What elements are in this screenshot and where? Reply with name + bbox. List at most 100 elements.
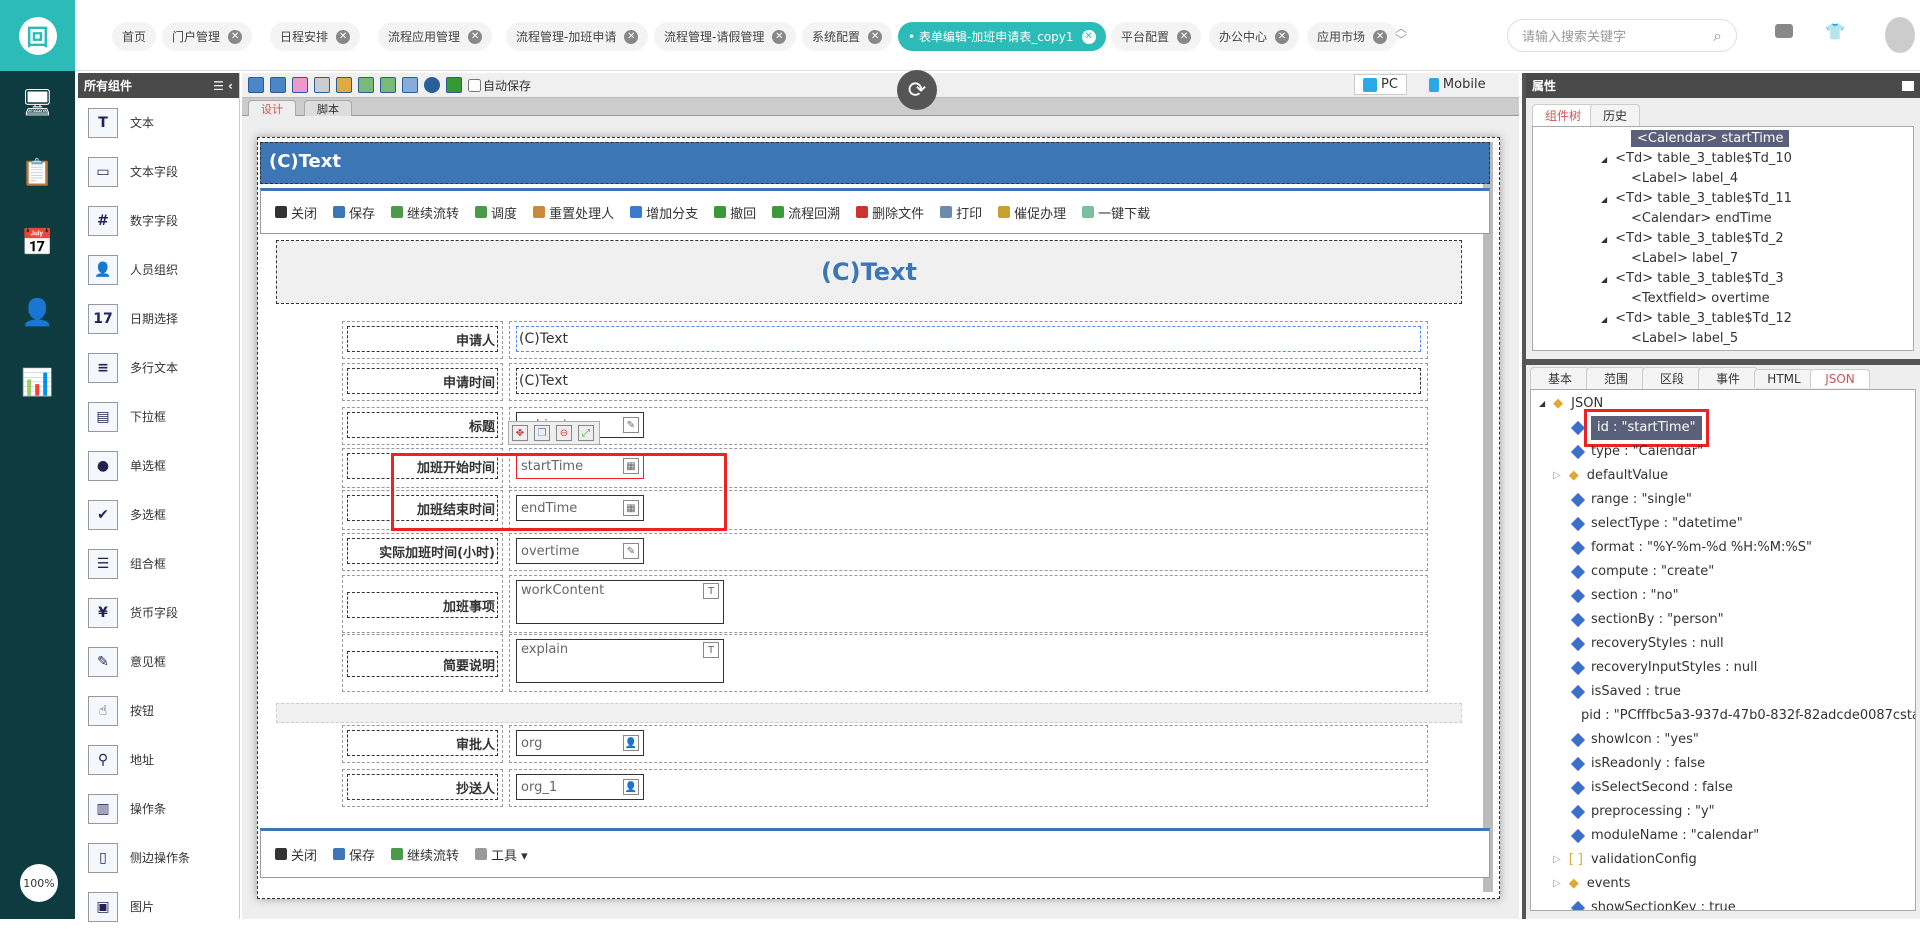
action-button[interactable]: 继续流转 — [391, 203, 459, 222]
tree-node[interactable]: ◢ <Td> table_3_table$Td_10 — [1535, 149, 1911, 169]
tree-node[interactable]: <Label> label_5 — [1535, 329, 1911, 349]
tree-node[interactable]: ◢ <Td> table_3_table$Td_2 — [1535, 229, 1911, 249]
edit-icon[interactable]: ✎ — [623, 417, 639, 433]
input-input[interactable]: overtime ✎ — [516, 538, 644, 564]
field-label[interactable]: 审批人 — [347, 730, 498, 756]
autosave-check[interactable] — [468, 78, 481, 92]
pc-button[interactable]: PC — [1354, 74, 1407, 95]
component-item[interactable]: ☰ 组合框 — [78, 539, 239, 588]
search-input[interactable]: 请输入搜索关键字 ⌕ — [1507, 19, 1737, 52]
json-node[interactable]: format : "%Y-%m-%d %H:%M:%S" — [1539, 536, 1907, 560]
minimize-icon[interactable] — [1902, 80, 1914, 91]
tab-script[interactable]: 脚本 — [304, 100, 352, 116]
json-node[interactable]: sectionBy : "person" — [1539, 608, 1907, 632]
component-item[interactable]: ✔ 多选框 — [78, 490, 239, 539]
menu-collapse-icon[interactable]: ☰ ‹ — [213, 79, 233, 93]
expand-icon[interactable]: ▷ — [1553, 848, 1561, 872]
component-item[interactable]: ● 单选框 — [78, 441, 239, 490]
text-field[interactable]: (C)Text — [516, 368, 1421, 394]
close-icon[interactable]: ✕ — [468, 29, 483, 44]
close-icon[interactable]: ✕ — [1177, 29, 1192, 44]
save-icon[interactable] — [248, 77, 264, 93]
tree-node[interactable]: <Label> label_7 — [1535, 249, 1911, 269]
action-button[interactable]: 撤回 — [714, 203, 756, 222]
edit-icon[interactable]: ✎ — [623, 543, 639, 559]
collapse-icon[interactable]: ◢ — [1539, 392, 1545, 416]
component-item[interactable]: ▤ 下拉框 — [78, 392, 239, 441]
list-icon[interactable] — [402, 77, 418, 93]
copy-icon[interactable]: ❐ — [534, 425, 550, 441]
app-logo[interactable]: 回 — [0, 0, 75, 71]
action-button[interactable]: 增加分支 — [630, 203, 698, 222]
field-label[interactable]: 抄送人 — [347, 774, 498, 800]
close-icon[interactable]: ✕ — [772, 29, 787, 44]
json-node[interactable]: range : "single" — [1539, 488, 1907, 512]
tree-node[interactable]: <Textfield> overtime — [1535, 289, 1911, 309]
form-header[interactable]: (C)Text — [260, 142, 1490, 184]
tab-3[interactable]: 流程应用管理 ✕ — [378, 22, 493, 51]
delete-icon[interactable]: ⊖ — [556, 425, 572, 441]
calendar-list-icon[interactable]: 📋 — [0, 148, 75, 198]
json-node[interactable]: id : "startTime" — [1539, 409, 1907, 447]
json-node[interactable]: recoveryInputStyles : null — [1539, 656, 1907, 680]
text-icon[interactable]: T — [703, 583, 719, 599]
json-node[interactable]: showIcon : "yes" — [1539, 728, 1907, 752]
save-as-icon[interactable] — [270, 77, 286, 93]
text-field[interactable]: (C)Text — [516, 326, 1421, 352]
close-icon[interactable]: ✕ — [624, 29, 639, 44]
expand-icon[interactable]: ▷ — [1553, 464, 1561, 488]
prop-tab[interactable]: 范围 — [1586, 367, 1646, 389]
move-icon[interactable]: ✥ — [512, 425, 528, 441]
prop-tab[interactable]: HTML — [1754, 369, 1814, 388]
user-input[interactable]: org 👤 — [516, 730, 644, 756]
json-node[interactable]: type : "Calendar" — [1539, 440, 1907, 464]
expand-icon[interactable]: ⤢ — [578, 425, 594, 441]
help-icon[interactable] — [424, 77, 440, 93]
autosave-checkbox[interactable]: 自动保存 — [468, 77, 531, 94]
action-button[interactable]: 重置处理人 — [533, 203, 614, 222]
component-item[interactable]: ▭ 文本字段 — [78, 147, 239, 196]
close-icon[interactable]: ✕ — [1081, 29, 1096, 44]
bottom-action-button[interactable]: 保存 — [333, 845, 375, 864]
json-node[interactable]: isSelectSecond : false — [1539, 776, 1907, 800]
prop-tab[interactable]: JSON — [1810, 369, 1870, 388]
component-item[interactable]: T 文本 — [78, 98, 239, 147]
component-item[interactable]: ▯ 侧边操作条 — [78, 833, 239, 882]
field-label[interactable]: 申请人 — [347, 326, 498, 352]
monitor-user-icon[interactable]: 🖥 — [0, 78, 75, 128]
text-icon[interactable]: T — [703, 642, 719, 658]
tab-design[interactable]: 设计 — [248, 100, 296, 116]
tab-9[interactable]: 办公中心 ✕ — [1209, 22, 1300, 51]
prop-tab[interactable]: 事件 — [1698, 367, 1758, 389]
component-item[interactable]: 17 日期选择 — [78, 294, 239, 343]
bottom-action-button[interactable]: 工具 ▾ — [475, 845, 528, 864]
canvas-scrollbar[interactable] — [1483, 142, 1493, 892]
tree-tab[interactable]: 历史 — [1590, 104, 1641, 126]
component-item[interactable]: ¥ 货币字段 — [78, 588, 239, 637]
json-root[interactable]: ◢ ◆ JSON — [1539, 392, 1907, 416]
tab-10[interactable]: 应用市场 ✕ — [1307, 22, 1398, 51]
json-node[interactable]: recoveryStyles : null — [1539, 632, 1907, 656]
field-label[interactable]: 标题 — [347, 412, 498, 438]
tab-0[interactable]: 首页 — [112, 22, 157, 51]
action-button[interactable]: 删除文件 — [856, 203, 924, 222]
field-label[interactable]: 加班事项 — [347, 592, 498, 618]
tab-scroll-arrows[interactable]: ︿ ﹀ — [1395, 22, 1407, 46]
user-gear-icon[interactable]: 👤 — [0, 288, 75, 338]
component-item[interactable]: ☝ 按钮 — [78, 686, 239, 735]
tab-6[interactable]: 系统配置 ✕ — [802, 22, 893, 51]
expand-icon[interactable]: ◢ — [1601, 275, 1607, 284]
component-item[interactable]: ⚲ 地址 — [78, 735, 239, 784]
expand-icon[interactable]: ▷ — [1553, 872, 1561, 896]
tab-8[interactable]: 平台配置 ✕ — [1111, 22, 1202, 51]
close-icon[interactable]: ✕ — [336, 29, 351, 44]
component-item[interactable]: 👤 人员组织 — [78, 245, 239, 294]
component-item[interactable]: ≡ 多行文本 — [78, 343, 239, 392]
json-node[interactable]: compute : "create" — [1539, 560, 1907, 584]
json-node[interactable]: moduleName : "calendar" — [1539, 824, 1907, 848]
action-button[interactable]: 一键下载 — [1082, 203, 1150, 222]
calendar-icon[interactable]: 📅 — [0, 218, 75, 268]
close-icon[interactable]: ✕ — [868, 29, 883, 44]
prop-tab[interactable]: 基本 — [1530, 367, 1590, 389]
field-label[interactable]: 简要说明 — [347, 651, 498, 677]
